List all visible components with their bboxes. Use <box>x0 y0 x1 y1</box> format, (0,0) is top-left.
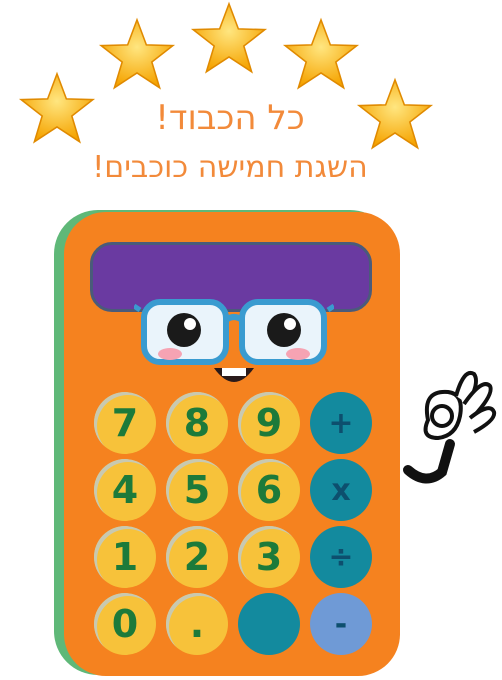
key-9[interactable]: 9 <box>238 392 300 454</box>
key-8[interactable]: 8 <box>166 392 228 454</box>
glasses-face-icon <box>134 299 334 382</box>
key--[interactable]: - <box>310 593 372 655</box>
calculator-body: 7 8 9 +4 5 6 x 1 2 3 ÷ 0. - <box>64 212 400 676</box>
key-4[interactable]: 4 <box>94 459 156 521</box>
subheadline: השגת חמישה כוכבים! <box>92 150 368 185</box>
key-÷[interactable]: ÷ <box>310 526 372 588</box>
key-2[interactable]: 2 <box>166 526 228 588</box>
key-x[interactable]: x <box>310 459 372 521</box>
key-blank[interactable] <box>238 593 300 655</box>
star-icon <box>98 17 176 90</box>
key-0[interactable]: 0 <box>94 593 156 655</box>
key-1[interactable]: 1 <box>94 526 156 588</box>
ok-hand-icon <box>403 371 497 484</box>
headline: כל הכבוד! <box>155 98 305 138</box>
key-.[interactable]: . <box>166 593 228 655</box>
key-7[interactable]: 7 <box>94 392 156 454</box>
star-icon <box>282 17 360 90</box>
star-icon <box>190 1 268 74</box>
key-6[interactable]: 6 <box>238 459 300 521</box>
key-3[interactable]: 3 <box>238 526 300 588</box>
key-+[interactable]: + <box>310 392 372 454</box>
key-5[interactable]: 5 <box>166 459 228 521</box>
